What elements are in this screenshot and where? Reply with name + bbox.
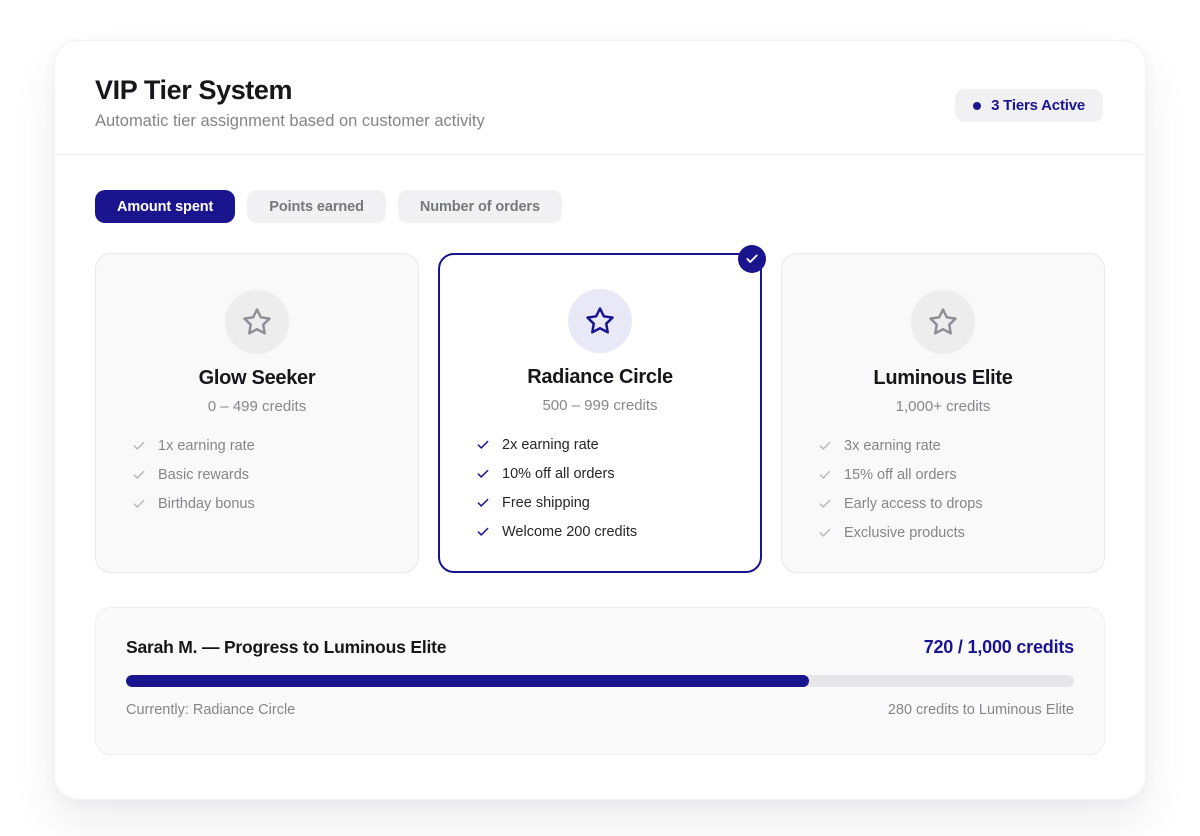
- progress-bar: [126, 675, 1074, 687]
- page-title: VIP Tier System: [95, 75, 485, 106]
- tier-range: 0 – 499 credits: [96, 398, 418, 415]
- feature-item: 3x earning rate: [818, 431, 1068, 460]
- tier-basis-tabs: Amount spent Points earned Number of ord…: [95, 190, 1105, 223]
- feature-label: 1x earning rate: [158, 438, 255, 454]
- progress-card: Sarah M. — Progress to Luminous Elite 72…: [95, 607, 1105, 755]
- feature-item: Basic rewards: [132, 460, 382, 489]
- feature-label: 10% off all orders: [502, 466, 615, 482]
- progress-header: Sarah M. — Progress to Luminous Elite 72…: [126, 637, 1074, 658]
- tier-card-radiance-circle[interactable]: Radiance Circle 500 – 999 credits 2x ear…: [438, 253, 762, 573]
- tier-features: 1x earning rate Basic rewards Birthday b…: [96, 431, 418, 518]
- feature-label: Early access to drops: [844, 496, 983, 512]
- star-icon: [225, 290, 289, 354]
- check-icon: [476, 496, 490, 510]
- check-icon: [818, 526, 832, 540]
- tier-name: Radiance Circle: [440, 366, 760, 389]
- progress-value: 720 / 1,000 credits: [924, 637, 1074, 658]
- feature-item: 15% off all orders: [818, 460, 1068, 489]
- feature-item: Welcome 200 credits: [476, 517, 724, 546]
- check-icon: [818, 468, 832, 482]
- check-icon: [476, 467, 490, 481]
- feature-label: 15% off all orders: [844, 467, 957, 483]
- feature-item: 10% off all orders: [476, 459, 724, 488]
- tier-name: Luminous Elite: [782, 367, 1104, 390]
- tier-name: Glow Seeker: [96, 367, 418, 390]
- feature-label: Welcome 200 credits: [502, 524, 637, 540]
- panel-content: Amount spent Points earned Number of ord…: [55, 155, 1145, 755]
- tier-card-luminous-elite[interactable]: Luminous Elite 1,000+ credits 3x earning…: [781, 253, 1105, 573]
- feature-item: 2x earning rate: [476, 430, 724, 459]
- check-icon: [476, 438, 490, 452]
- badge-dot-icon: [973, 102, 981, 110]
- feature-item: Exclusive products: [818, 518, 1068, 547]
- tab-amount-spent[interactable]: Amount spent: [95, 190, 235, 223]
- feature-label: Basic rewards: [158, 467, 249, 483]
- tier-range: 500 – 999 credits: [440, 397, 760, 414]
- header-text: VIP Tier System Automatic tier assignmen…: [95, 75, 485, 131]
- vip-tier-panel: VIP Tier System Automatic tier assignmen…: [54, 40, 1146, 800]
- tier-card-glow-seeker[interactable]: Glow Seeker 0 – 499 credits 1x earning r…: [95, 253, 419, 573]
- tab-number-of-orders[interactable]: Number of orders: [398, 190, 562, 223]
- check-icon: [132, 468, 146, 482]
- star-icon: [911, 290, 975, 354]
- feature-item: Birthday bonus: [132, 489, 382, 518]
- check-icon: [132, 497, 146, 511]
- feature-label: Free shipping: [502, 495, 590, 511]
- selected-check-icon: [738, 245, 766, 273]
- check-icon: [818, 439, 832, 453]
- check-icon: [132, 439, 146, 453]
- panel-header: VIP Tier System Automatic tier assignmen…: [55, 41, 1145, 155]
- feature-label: Birthday bonus: [158, 496, 255, 512]
- feature-item: Early access to drops: [818, 489, 1068, 518]
- tab-points-earned[interactable]: Points earned: [247, 190, 386, 223]
- progress-remaining: 280 credits to Luminous Elite: [888, 702, 1074, 718]
- check-icon: [476, 525, 490, 539]
- badge-label: 3 Tiers Active: [991, 97, 1085, 114]
- tier-features: 2x earning rate 10% off all orders Free …: [440, 430, 760, 546]
- progress-title: Sarah M. — Progress to Luminous Elite: [126, 637, 446, 658]
- page-subtitle: Automatic tier assignment based on custo…: [95, 112, 485, 131]
- feature-label: 2x earning rate: [502, 437, 599, 453]
- progress-bar-fill: [126, 675, 809, 687]
- tier-range: 1,000+ credits: [782, 398, 1104, 415]
- tiers-active-badge: 3 Tiers Active: [955, 89, 1103, 122]
- feature-label: Exclusive products: [844, 525, 965, 541]
- feature-label: 3x earning rate: [844, 438, 941, 454]
- feature-item: 1x earning rate: [132, 431, 382, 460]
- progress-footer: Currently: Radiance Circle 280 credits t…: [126, 702, 1074, 718]
- tier-cards-row: Glow Seeker 0 – 499 credits 1x earning r…: [95, 253, 1105, 573]
- progress-current-tier: Currently: Radiance Circle: [126, 702, 295, 718]
- star-icon: [568, 289, 632, 353]
- tier-features: 3x earning rate 15% off all orders Early…: [782, 431, 1104, 547]
- feature-item: Free shipping: [476, 488, 724, 517]
- check-icon: [818, 497, 832, 511]
